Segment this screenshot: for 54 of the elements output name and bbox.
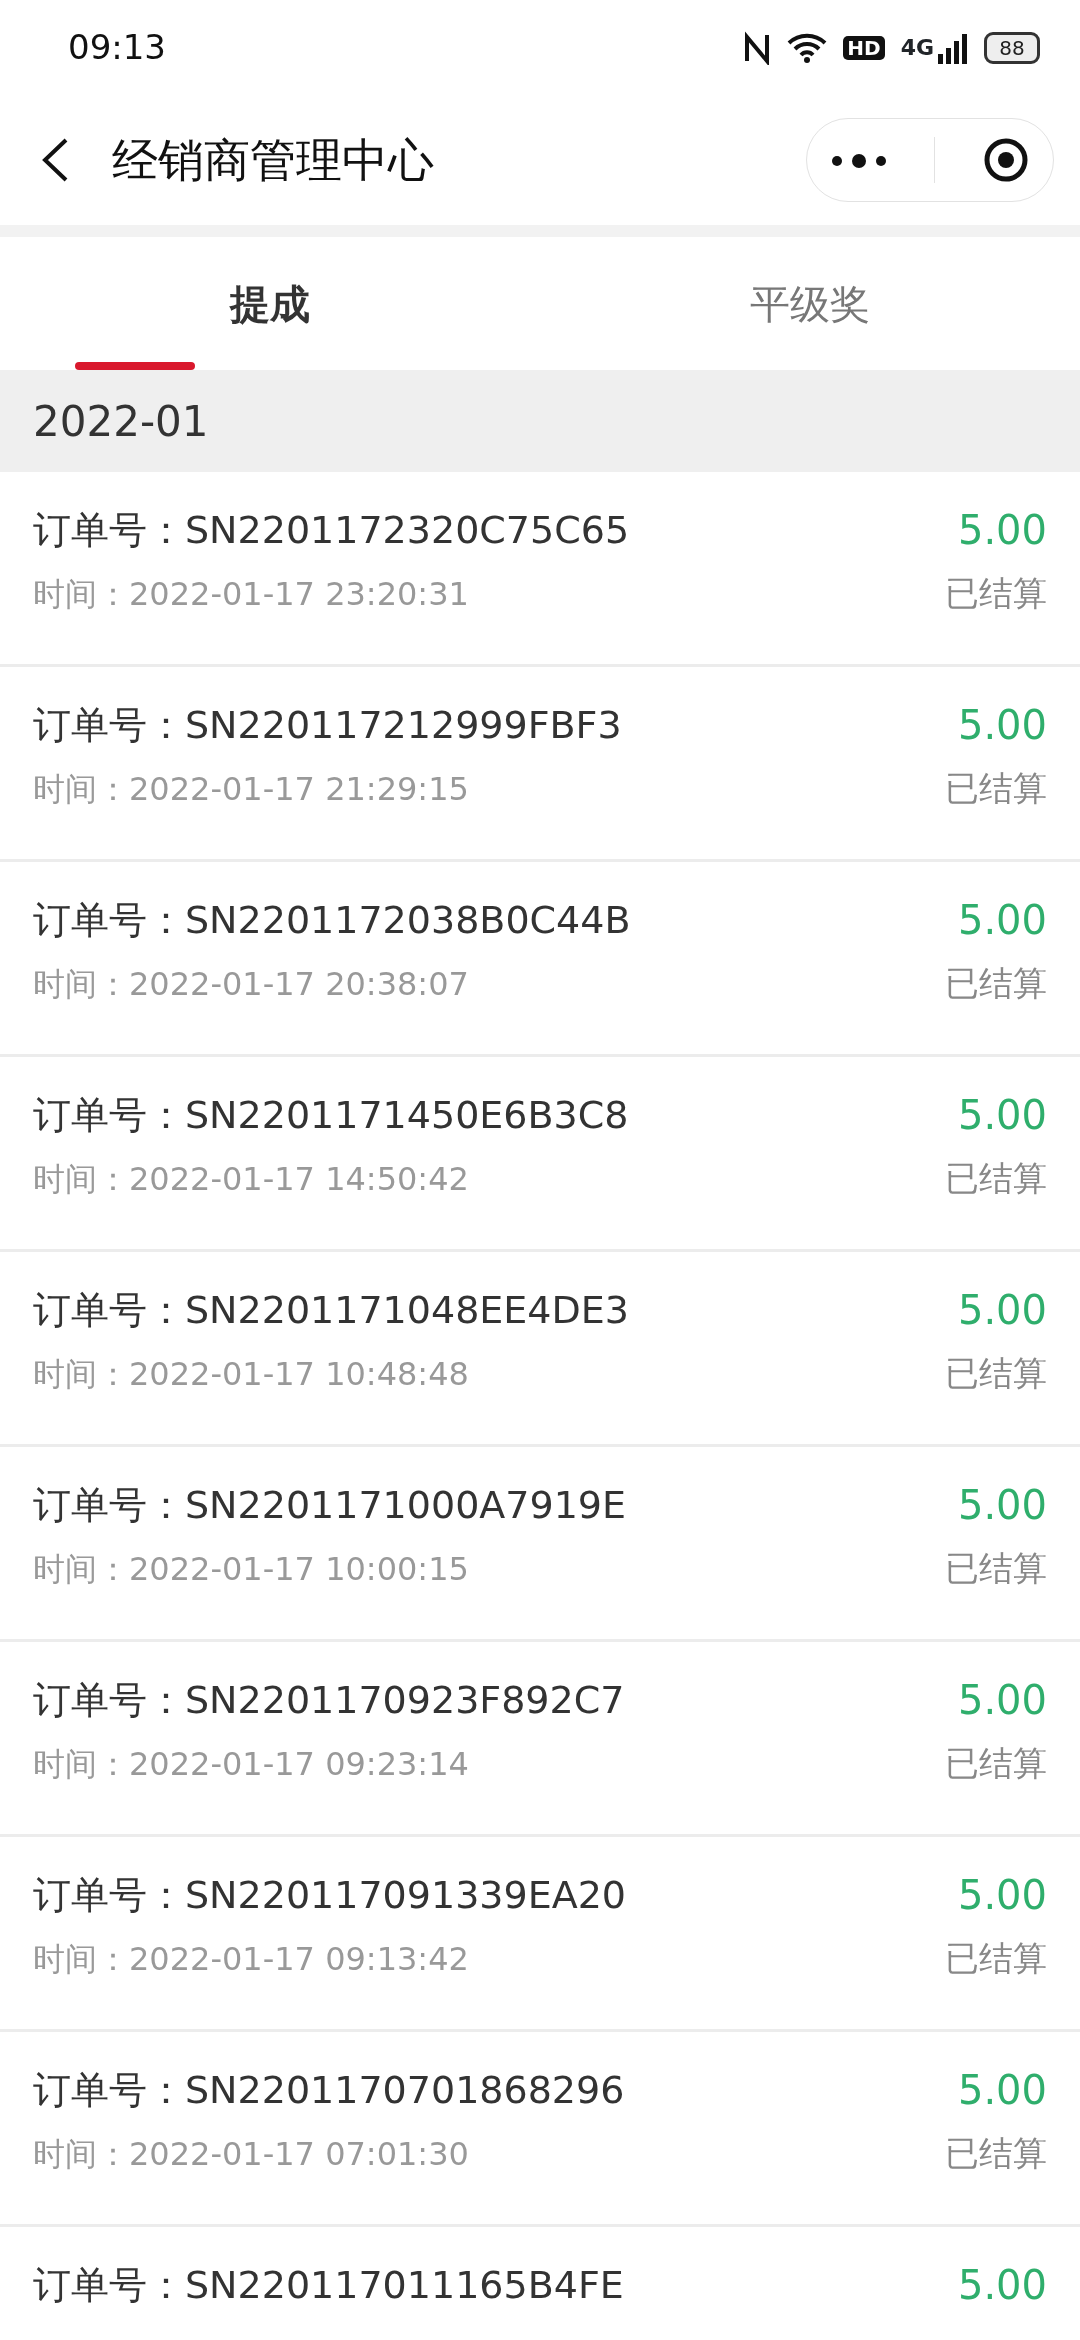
nfc-icon bbox=[743, 30, 772, 65]
settlement-status: 已结算 bbox=[945, 767, 1047, 810]
order-number: 订单号：SN220117212999FBF3 bbox=[33, 701, 622, 749]
status-time: 09:13 bbox=[68, 26, 166, 69]
settlement-status: 已结算 bbox=[945, 2132, 1047, 2175]
back-icon bbox=[40, 137, 70, 183]
settlement-status: 已结算 bbox=[945, 1742, 1047, 1785]
settlement-status: 已结算 bbox=[945, 1547, 1047, 1590]
order-number: 订单号：SN2201171450E6B3C8 bbox=[33, 1091, 629, 1139]
order-number: 订单号：SN2201170701868296 bbox=[33, 2066, 625, 2114]
order-time: 时间：2022-01-17 09:13:42 bbox=[33, 1938, 469, 1980]
signal-icon bbox=[938, 34, 968, 64]
settlement-status: 已结算 bbox=[945, 1937, 1047, 1980]
order-time: 时间：2022-01-17 21:29:15 bbox=[33, 768, 469, 810]
hd-indicator: HD bbox=[843, 35, 885, 60]
settlement-status: 已结算 bbox=[945, 572, 1047, 615]
target-icon bbox=[983, 137, 1030, 183]
order-number: 订单号：SN220117011165B4FE bbox=[33, 2261, 624, 2309]
order-amount: 5.00 bbox=[957, 1286, 1047, 1335]
order-number: 订单号：SN2201170923F892C7 bbox=[33, 1676, 625, 1724]
month-heading: 2022-01 bbox=[33, 395, 209, 448]
order-amount: 5.00 bbox=[957, 701, 1047, 750]
settlement-status: 已结算 bbox=[945, 1352, 1047, 1395]
order-amount: 5.00 bbox=[957, 1091, 1047, 1140]
back-button[interactable] bbox=[40, 137, 70, 183]
order-time: 时间：2022-01-17 14:50:42 bbox=[33, 1158, 469, 1200]
tab[interactable]: 平级奖 bbox=[540, 237, 1080, 370]
order-number: 订单号：SN220117091339EA20 bbox=[33, 1871, 627, 1919]
page-title: 经销商管理中心 bbox=[112, 131, 434, 189]
order-time: 时间：2022-01-17 20:38:07 bbox=[33, 963, 469, 1005]
order-time: 时间：2022-01-17 10:48:48 bbox=[33, 1353, 469, 1395]
order-amount: 5.00 bbox=[957, 1481, 1047, 1530]
order-amount: 5.00 bbox=[957, 2261, 1047, 2310]
more-icon bbox=[830, 152, 887, 169]
network-label: 4G bbox=[900, 34, 934, 62]
settlement-status: 已结算 bbox=[945, 1157, 1047, 1200]
order-amount: 5.00 bbox=[957, 506, 1047, 555]
wifi-icon bbox=[787, 31, 828, 64]
order-time: 时间：2022-01-17 23:20:31 bbox=[33, 573, 469, 615]
order-amount: 5.00 bbox=[957, 1676, 1047, 1725]
order-time: 时间：2022-01-17 10:00:15 bbox=[33, 1548, 469, 1590]
order-time: 时间：2022-01-17 07:01:30 bbox=[33, 2133, 469, 2175]
order-number: 订单号：SN2201172320C75C65 bbox=[33, 506, 630, 554]
order-amount: 5.00 bbox=[957, 896, 1047, 945]
order-number: 订单号：SN2201171000A7919E bbox=[33, 1481, 627, 1529]
order-amount: 5.00 bbox=[957, 2066, 1047, 2115]
order-number: 订单号：SN2201172038B0C44B bbox=[33, 896, 631, 944]
settlement-status: 已结算 bbox=[945, 962, 1047, 1005]
order-number: 订单号：SN2201171048EE4DE3 bbox=[33, 1286, 629, 1334]
order-amount: 5.00 bbox=[957, 1871, 1047, 1920]
tab[interactable]: 提成 bbox=[0, 237, 540, 370]
battery-level: 88 bbox=[984, 31, 1040, 64]
order-time: 时间：2022-01-17 09:23:14 bbox=[33, 1743, 469, 1785]
close-button[interactable] bbox=[983, 137, 1030, 183]
